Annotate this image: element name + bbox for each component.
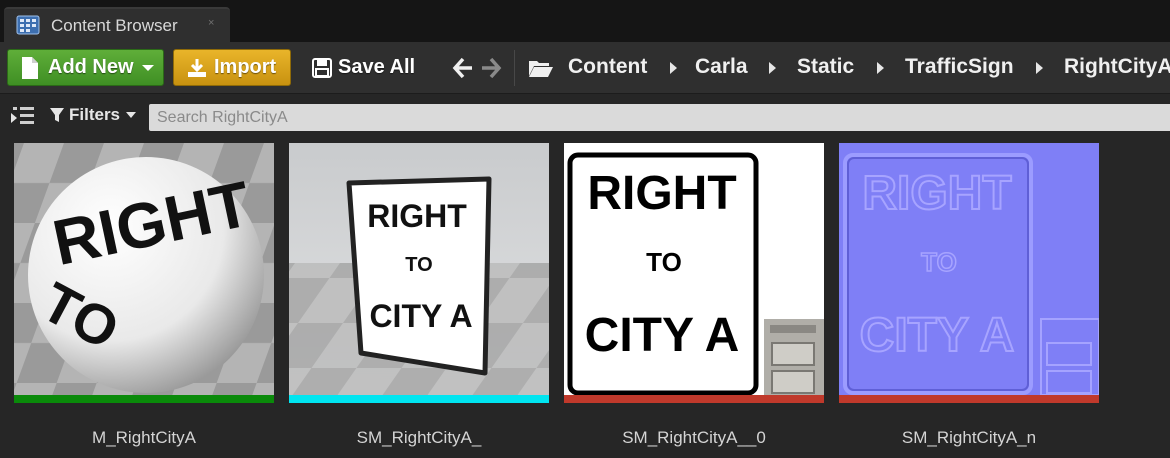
asset-tile-static-mesh[interactable]: RIGHT TO CITY A (289, 143, 549, 403)
sign-text-line-2: TO (405, 254, 432, 276)
sign-text-line-1: RIGHT (587, 167, 736, 220)
sources-panel-toggle-icon[interactable] (10, 106, 36, 126)
sign-text-line-2: TO (646, 247, 682, 277)
import-button[interactable]: Import (173, 49, 291, 86)
add-new-label: Add New (48, 56, 134, 78)
sign-text-line-3: CITY A (860, 309, 1015, 362)
sign-text-line-1: RIGHT (367, 198, 467, 234)
asset-type-bar (839, 395, 1099, 403)
asset-name: SM_RightCityA_n (901, 428, 1037, 447)
filter-bar: Filters (0, 94, 1170, 134)
normal-map-thumbnail: RIGHT TO CITY A (839, 143, 1099, 395)
texture-thumbnail: RIGHT TO CITY A (564, 143, 824, 395)
folder-open-icon[interactable] (528, 58, 554, 78)
tab-content-browser[interactable]: Content Browser × (4, 7, 230, 42)
asset-type-bar (564, 395, 824, 403)
tab-strip: Content Browser × (0, 0, 1170, 42)
asset-tile-normal-map[interactable]: RIGHT TO CITY A (839, 143, 1099, 403)
search-input[interactable] (149, 104, 1170, 131)
sign-text-line-2: TO (921, 247, 957, 277)
toolbar-divider (514, 50, 515, 86)
breadcrumb-content[interactable]: Content (568, 55, 647, 79)
breadcrumb-carla[interactable]: Carla (695, 55, 748, 79)
asset-type-bar (14, 395, 274, 403)
back-arrow-icon[interactable] (452, 56, 474, 80)
breadcrumb-rightcitya[interactable]: RightCityA (1064, 55, 1170, 79)
asset-tile-material[interactable]: RIGHT TO (14, 143, 274, 403)
sign-text-line-3: CITY A (369, 298, 472, 334)
asset-tile-texture[interactable]: RIGHT TO CITY A (564, 143, 824, 403)
close-icon[interactable]: × (208, 17, 214, 29)
breadcrumb-trafficsign[interactable]: TrafficSign (905, 55, 1014, 79)
tab-title: Content Browser (51, 16, 178, 35)
content-browser-icon (16, 15, 40, 35)
filters-button[interactable]: Filters (50, 104, 137, 126)
material-thumbnail: RIGHT TO (14, 143, 274, 395)
toolbar: Add New Import Save All Content Carla St… (0, 42, 1170, 94)
add-new-button[interactable]: Add New (7, 49, 164, 86)
filter-funnel-icon (50, 108, 64, 122)
chevron-down-icon (141, 64, 154, 71)
save-icon (312, 57, 332, 78)
breadcrumb-separator-icon[interactable] (670, 62, 677, 74)
breadcrumb-separator-icon[interactable] (877, 62, 884, 74)
breadcrumb-separator-icon[interactable] (1036, 62, 1043, 74)
save-all-label: Save All (338, 56, 416, 78)
asset-name: SM_RightCityA_ (356, 428, 482, 447)
filters-label: Filters (69, 105, 121, 124)
save-all-button[interactable]: Save All (306, 49, 426, 86)
asset-name: SM_RightCityA__0 (622, 428, 766, 447)
chevron-down-icon (126, 112, 137, 118)
forward-arrow-icon[interactable] (480, 56, 502, 80)
new-file-icon (22, 56, 38, 79)
breadcrumb-static[interactable]: Static (797, 55, 854, 79)
import-label: Import (214, 56, 277, 78)
static-mesh-thumbnail: RIGHT TO CITY A (289, 143, 549, 395)
asset-type-bar (289, 395, 549, 403)
sign-text-line-1: RIGHT (862, 167, 1011, 220)
import-icon (188, 58, 206, 77)
breadcrumb-separator-icon[interactable] (769, 62, 776, 74)
asset-name: M_RightCityA (92, 428, 196, 447)
sign-text-line-3: CITY A (585, 309, 740, 362)
